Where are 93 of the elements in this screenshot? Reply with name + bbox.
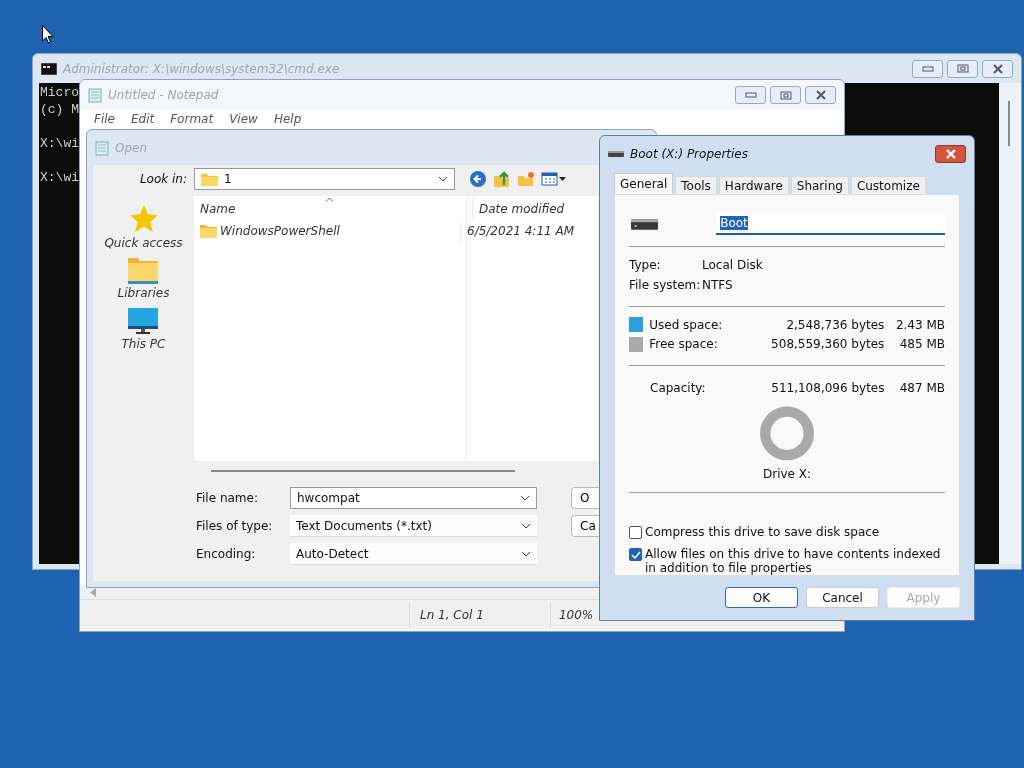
chevron-down-icon (438, 176, 448, 182)
column-header[interactable]: Name (194, 198, 472, 220)
space-bytes: 2,548,736 bytes (785, 317, 885, 332)
window-title: Untitled - Notepad (108, 88, 219, 102)
look-in-label: Look in: (138, 172, 187, 186)
dropdown[interactable]: Auto-Detect (290, 543, 537, 565)
console-line: X:\wi (40, 135, 79, 152)
sort-caret-icon (325, 197, 334, 202)
maximize-icon (956, 64, 969, 73)
scrollbar-thumb[interactable] (211, 470, 515, 472)
close-icon (991, 63, 1004, 74)
checkbox-label[interactable]: Allow files on this drive to have contents indexed in addition to file properties (645, 547, 945, 575)
dialog-button[interactable]: Ca (571, 515, 599, 537)
dialog-button[interactable]: Cancel (806, 587, 879, 608)
minimize-icon (921, 65, 934, 72)
property-label: Type: (629, 257, 662, 272)
star-icon (128, 204, 159, 234)
close-button[interactable] (935, 144, 966, 163)
drive-icon (631, 218, 659, 230)
monitor-icon (128, 308, 159, 335)
menu-item[interactable]: View (221, 112, 266, 126)
chevron-down-icon (520, 495, 530, 501)
field-label: Encoding: (195, 547, 257, 561)
minimize-icon (744, 92, 757, 98)
scrollbar-thumb[interactable] (1008, 101, 1010, 146)
look-in-dropdown[interactable]: 1 (194, 168, 455, 190)
back-icon[interactable] (469, 170, 487, 188)
dialog-button[interactable]: O (571, 487, 599, 509)
scroll-left-icon[interactable] (90, 587, 97, 597)
window-title: Open (115, 140, 148, 155)
field-label: File name: (195, 491, 259, 505)
field-label: Files of type: (195, 519, 274, 533)
window-title: Boot (X:) Properties (630, 146, 748, 161)
folder-icon (200, 224, 217, 238)
checkbox-label[interactable]: Compress this drive to save disk space (645, 525, 945, 539)
folder-icon (201, 172, 218, 186)
folder-icon (128, 258, 159, 284)
tab[interactable]: Customize (850, 176, 926, 194)
usage-donut-drawing (758, 406, 816, 461)
space-size: 485 MB (898, 337, 945, 352)
drive-name-field[interactable]: Boot (716, 213, 945, 235)
tab[interactable]: Tools (675, 176, 717, 194)
new-folder-icon[interactable] (517, 171, 535, 187)
file-name-field[interactable]: hwcompat (290, 487, 537, 509)
chevron-down-icon (521, 550, 531, 557)
minimize-button[interactable] (912, 59, 943, 78)
place-item[interactable]: Quick access (104, 204, 183, 250)
property-value: NTFS (702, 277, 733, 292)
property-label: File system: (629, 277, 702, 292)
space-bytes: 511,108,096 bytes (770, 381, 885, 396)
menu-item[interactable]: Edit (122, 112, 163, 126)
drive-icon (608, 150, 624, 157)
close-button[interactable] (982, 59, 1013, 78)
close-icon (944, 148, 957, 159)
place-item[interactable]: This PC (121, 308, 166, 351)
up-folder-icon[interactable] (493, 170, 511, 188)
close-button[interactable] (805, 86, 836, 104)
maximize-icon (779, 90, 792, 100)
file-name[interactable]: WindowsPowerShell (194, 224, 454, 238)
console-icon (41, 62, 57, 75)
checkbox[interactable] (629, 526, 642, 539)
chevron-down-icon (521, 522, 531, 529)
drive-label: Drive X: (761, 467, 813, 481)
tab[interactable]: Sharing (790, 176, 849, 194)
menu-item[interactable]: File (86, 112, 123, 126)
status-text: Ln 1, Col 1 (409, 601, 494, 628)
file-date: 6/5/2021 4:11 AM (460, 220, 575, 242)
menu-item[interactable]: Format (162, 112, 222, 126)
space-size: 2.43 MB (894, 317, 945, 332)
dialog-button[interactable]: OK (725, 587, 798, 608)
cursor-icon (42, 25, 54, 44)
tab[interactable]: General (614, 173, 674, 194)
space-size: 487 MB (898, 381, 945, 396)
checkbox[interactable] (629, 548, 642, 561)
dropdown[interactable]: Text Documents (*.txt) (290, 515, 537, 537)
view-menu-icon[interactable] (541, 172, 567, 186)
property-value: Local Disk (702, 257, 763, 272)
space-label: Free space: (649, 337, 719, 352)
close-icon (814, 90, 827, 100)
console-line: X:\wi (40, 169, 79, 186)
minimize-button[interactable] (735, 86, 766, 104)
space-label: Used space: (649, 317, 724, 332)
menu-item[interactable]: Help (265, 112, 310, 126)
column-header[interactable]: Date modified (472, 198, 565, 220)
window-title: Administrator: X:\windows\system32\cmd.exe (63, 61, 340, 76)
notepad-icon (88, 87, 102, 103)
place-item[interactable]: Libraries (117, 258, 170, 300)
console-line: Micro (40, 84, 79, 101)
space-bytes: 508,559,360 bytes (770, 337, 885, 352)
notepad-icon (95, 139, 109, 156)
tab[interactable]: Hardware (718, 176, 789, 194)
space-label: Capacity: (650, 381, 707, 396)
console-line: (c) M (40, 101, 79, 118)
